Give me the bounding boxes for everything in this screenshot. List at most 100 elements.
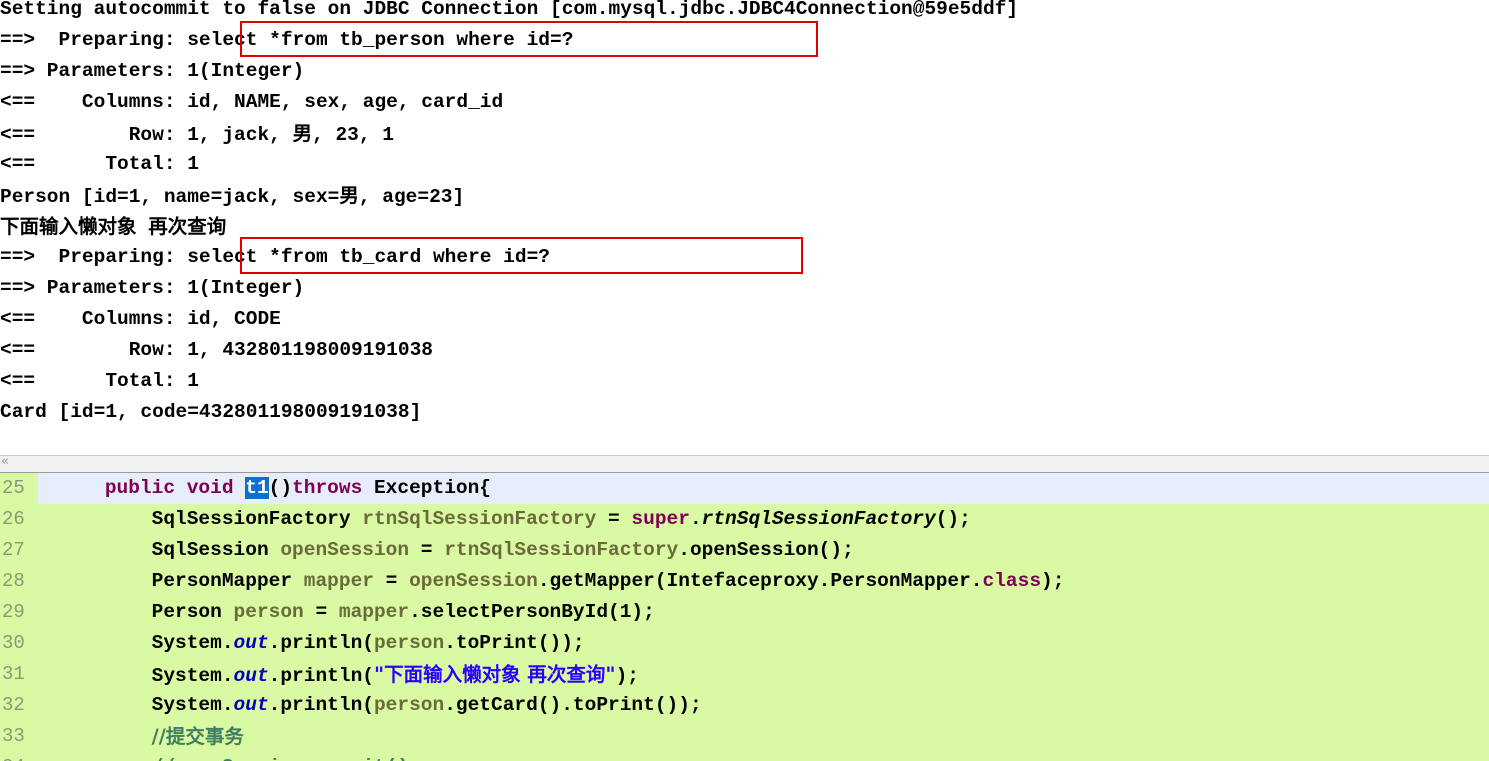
code-token: class [982, 570, 1042, 592]
editor-console-splitter[interactable]: « [0, 454, 1489, 473]
line-code[interactable]: //提交事务 [38, 721, 1489, 752]
code-token: mapper [303, 570, 374, 592]
cjk-text: 再次查询 [148, 215, 227, 238]
code-token: System. [151, 694, 234, 716]
line-code[interactable]: PersonMapper mapper = openSession.getMap… [38, 566, 1489, 597]
line-code[interactable]: System.out.println("下面输入懒对象 再次查询"); [38, 659, 1489, 690]
line-code[interactable]: //openSession.commit(); [38, 752, 1489, 761]
console-line: ==> Preparing: select *from tb_card wher… [0, 246, 550, 268]
console-output-pane[interactable]: Setting autocommit to false on JDBC Conn… [0, 0, 1489, 455]
code-token: Exception{ [362, 477, 492, 499]
cjk-text: 男 [339, 184, 359, 207]
code-token: System. [151, 632, 234, 654]
code-token: //openSession.commit(); [152, 756, 421, 761]
code-token: public [104, 477, 176, 499]
line-number: 26 [0, 504, 38, 535]
line-number: 32 [0, 690, 38, 721]
code-token: mapper [338, 601, 410, 623]
console-line: Card [id=1, code=432801198009191038] [0, 401, 422, 423]
code-token: //提交事务 [151, 725, 244, 748]
code-token[interactable]: t1 [245, 477, 269, 499]
code-token: = [303, 601, 339, 623]
code-token: "下面输入懒对象 再次查询" [373, 663, 616, 686]
editor-line[interactable]: 25 public void t1()throws Exception{ [0, 473, 1489, 504]
code-token: . [689, 508, 702, 530]
cjk-text: 男 [292, 122, 313, 145]
code-token: void [186, 477, 234, 499]
line-number: 25 [0, 473, 38, 504]
code-token: ); [1041, 570, 1065, 592]
code-token: System. [151, 665, 234, 687]
console-line: <== Row: 1, jack, 男, 23, 1 [0, 122, 394, 146]
code-token: rtnSqlSessionFactory [362, 508, 597, 530]
line-number: 29 [0, 597, 38, 628]
line-code[interactable]: public void t1()throws Exception{ [38, 473, 1489, 504]
code-token: PersonMapper [151, 570, 293, 592]
editor-line[interactable]: 32 System.out.println(person.getCard().t… [0, 690, 1489, 721]
line-code[interactable]: System.out.println(person.toPrint()); [38, 628, 1489, 659]
code-token: .println( [268, 694, 374, 716]
line-number: 34 [0, 752, 38, 761]
code-token: ); [615, 665, 639, 687]
line-number: 28 [0, 566, 38, 597]
code-token: openSession [280, 539, 410, 561]
console-line: Setting autocommit to false on JDBC Conn… [0, 0, 1019, 20]
line-code[interactable]: Person person = mapper.selectPersonById(… [38, 597, 1489, 628]
line-number: 27 [0, 535, 38, 566]
code-token: throws [292, 477, 363, 499]
code-token: person [373, 694, 445, 716]
code-token: rtnSqlSessionFactory [444, 539, 679, 561]
line-code[interactable]: SqlSessionFactory rtnSqlSessionFactory =… [38, 504, 1489, 535]
editor-line[interactable]: 31 System.out.println("下面输入懒对象 再次查询"); [0, 659, 1489, 690]
line-number: 30 [0, 628, 38, 659]
code-token: (); [935, 508, 971, 530]
editor-line[interactable]: 26 SqlSessionFactory rtnSqlSessionFactor… [0, 504, 1489, 535]
editor-line[interactable]: 30 System.out.println(person.toPrint()); [0, 628, 1489, 659]
console-line: ==> Preparing: select *from tb_person wh… [0, 29, 574, 51]
collapse-chevron-icon[interactable]: « [1, 454, 9, 469]
editor-line[interactable]: 29 Person person = mapper.selectPersonBy… [0, 597, 1489, 628]
console-line: <== Total: 1 [0, 153, 199, 175]
editor-line[interactable]: 33 //提交事务 [0, 721, 1489, 752]
console-line: <== Row: 1, 432801198009191038 [0, 339, 433, 361]
console-line: <== Total: 1 [0, 370, 199, 392]
code-token: .openSession(); [678, 539, 854, 561]
code-token: .toPrint()); [444, 632, 585, 654]
console-line: ==> Parameters: 1(Integer) [0, 60, 305, 82]
console-line: <== Columns: id, NAME, sex, age, card_id [0, 91, 504, 113]
code-token: = [373, 570, 410, 592]
code-token: Person [151, 601, 222, 623]
code-token: super [631, 508, 690, 530]
code-token: person [373, 632, 445, 654]
code-token: rtnSqlSessionFactory [701, 508, 936, 530]
console-line: 下面输入懒对象 再次查询 [0, 211, 226, 244]
code-token: = [409, 539, 445, 561]
code-token: = [596, 508, 632, 530]
editor-line[interactable]: 27 SqlSession openSession = rtnSqlSessio… [0, 535, 1489, 566]
code-token: out [233, 632, 269, 654]
code-token: openSession [409, 570, 538, 592]
editor-line[interactable]: 34 //openSession.commit(); [0, 752, 1489, 761]
console-line: ==> Parameters: 1(Integer) [0, 277, 305, 299]
cjk-text: 下面输入懒对象 [0, 215, 137, 238]
line-code[interactable]: SqlSession openSession = rtnSqlSessionFa… [38, 535, 1489, 566]
code-token: .getMapper(Intefaceproxy.PersonMapper. [537, 570, 983, 592]
editor-line[interactable]: 28 PersonMapper mapper = openSession.get… [0, 566, 1489, 597]
line-code[interactable]: System.out.println(person.getCard().toPr… [38, 690, 1489, 721]
code-token: .println( [268, 665, 374, 687]
code-token: .getCard().toPrint()); [444, 694, 702, 716]
code-token: person [233, 601, 304, 623]
code-editor-pane[interactable]: 25 public void t1()throws Exception{ 26 … [0, 473, 1489, 761]
